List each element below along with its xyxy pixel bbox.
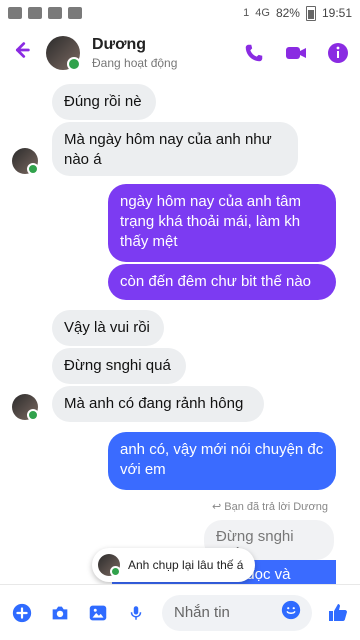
folder-icon	[28, 7, 42, 19]
message-text: anh có, vậy mới nói chuyện đc với em	[120, 441, 324, 478]
chat-header: Dương Đang hoạt động	[0, 26, 360, 80]
image-icon[interactable]	[86, 601, 110, 625]
sender-avatar[interactable]	[12, 394, 39, 421]
message-text: còn đến đêm chư bit thế nào	[120, 273, 312, 290]
message-bubble[interactable]: còn đến đêm chư bit thế nào	[108, 264, 336, 300]
message-bubble[interactable]: ngày hôm nay của anh tâm trạng khá thoải…	[108, 184, 336, 262]
message-input-wrap[interactable]	[162, 594, 312, 631]
microphone-icon[interactable]	[124, 601, 148, 625]
toast-avatar	[98, 554, 121, 577]
new-message-toast[interactable]: Anh chụp lại lâu thế á	[92, 548, 256, 582]
message-text: Đừng snghi quá	[64, 357, 171, 374]
sim-indicator: 1	[243, 7, 250, 19]
info-icon[interactable]	[326, 41, 350, 65]
sender-avatar[interactable]	[12, 148, 39, 175]
message-bubble[interactable]: Đừng snghi quá	[52, 348, 186, 384]
toast-text: Anh chụp lại lâu thế á	[128, 558, 244, 572]
online-indicator	[110, 566, 121, 577]
message-bubble[interactable]: Mà ngày hôm nay của anh như nào á	[52, 122, 298, 176]
chat-area[interactable]: Đúng rồi nè Mà ngày hôm nay của anh như …	[0, 80, 360, 590]
camera-icon[interactable]	[48, 601, 72, 625]
status-bar: 1 4G 82% 19:51	[0, 0, 360, 26]
battery-percentage: 82%	[275, 6, 300, 20]
header-actions	[242, 41, 350, 65]
message-composer	[0, 584, 360, 640]
battery-icon	[305, 5, 316, 21]
back-arrow-icon[interactable]	[10, 39, 38, 68]
notification-icon	[8, 7, 22, 19]
video-icon[interactable]	[284, 41, 308, 65]
contact-name: Dương	[92, 36, 147, 53]
status-right: 1 4G 82% 19:51	[243, 5, 352, 21]
thumbs-up-icon[interactable]	[326, 601, 350, 625]
message-bubble[interactable]: Vậy là vui rồi	[52, 310, 164, 346]
clock-time: 19:51	[321, 6, 352, 20]
reply-note-text: Bạn đã trả lời Dương	[224, 501, 328, 513]
message-text: ngày hôm nay của anh tâm trạng khá thoải…	[120, 193, 301, 250]
reply-icon: ↩	[211, 501, 225, 513]
message-text: Vậy là vui rồi	[64, 319, 150, 336]
contact-status: Đang hoạt động	[92, 56, 178, 70]
plus-icon[interactable]	[10, 601, 34, 625]
message-text: Đúng rồi nè	[64, 93, 142, 110]
emoji-icon[interactable]	[280, 599, 302, 626]
message-text: Mà anh có đang rảnh hông	[64, 395, 244, 412]
contact-title[interactable]: Dương Đang hoạt động	[92, 36, 177, 70]
online-indicator	[67, 57, 81, 71]
message-text: Mà ngày hôm nay của anh như nào á	[64, 131, 272, 168]
online-indicator	[27, 163, 39, 175]
phone-icon[interactable]	[242, 41, 266, 65]
status-left-icons	[8, 7, 82, 19]
network-type: 4G	[255, 7, 270, 19]
message-bubble[interactable]: Mà anh có đang rảnh hông	[52, 386, 264, 422]
reply-note: ↩ Bạn đã trả lời Dương	[212, 500, 328, 513]
menu-icon	[68, 7, 82, 19]
message-bubble[interactable]: Đúng rồi nè	[52, 84, 156, 120]
message-input[interactable]	[172, 603, 280, 622]
contact-avatar[interactable]	[46, 36, 81, 71]
image-icon	[48, 7, 62, 19]
message-bubble[interactable]: anh có, vậy mới nói chuyện đc với em	[108, 432, 336, 490]
online-indicator	[27, 409, 39, 421]
